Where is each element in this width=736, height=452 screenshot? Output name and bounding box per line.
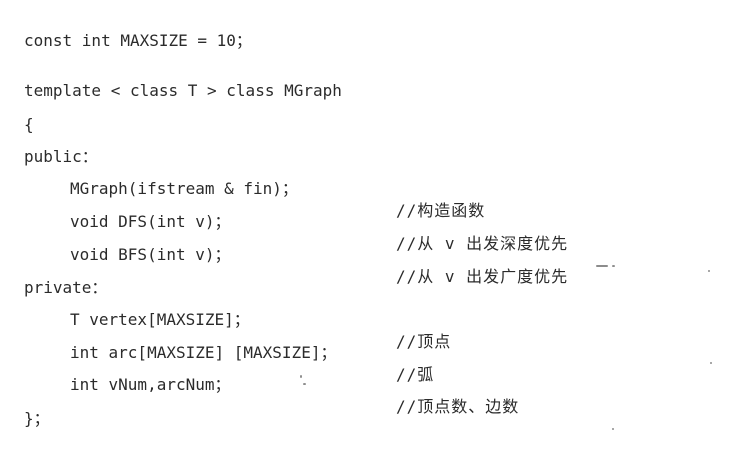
code-text: }； (24, 409, 50, 428)
code-comment: //弧 (396, 365, 435, 384)
code-line-counts: int vNum,arcNum； //顶点数、边数 (0, 352, 518, 416)
scan-speck (612, 265, 615, 267)
code-line-template: template < class T > class MGraph (0, 58, 342, 100)
scan-speck (300, 375, 302, 378)
scan-speck (303, 383, 306, 385)
code-text: int arc[MAXSIZE] [MAXSIZE]； (70, 343, 337, 362)
code-line-const: const int MAXSIZE = 10； (0, 8, 252, 50)
scan-speck (596, 265, 608, 267)
scan-speck (708, 270, 710, 272)
code-text: T vertex[MAXSIZE]； (70, 310, 250, 329)
code-line-arc: int arc[MAXSIZE] [MAXSIZE]； //弧 (0, 320, 433, 384)
code-text: MGraph(ifstream & fin)； (70, 179, 298, 198)
code-comment: //构造函数 (396, 201, 486, 220)
code-comment: //顶点数、边数 (396, 397, 520, 416)
code-text: int vNum,arcNum； (70, 375, 231, 394)
code-comment: //从 v 出发深度优先 (396, 234, 569, 253)
code-line-open-brace: { (0, 92, 39, 134)
code-comment: //顶点 (396, 332, 452, 351)
code-line-private: private： (0, 255, 107, 297)
code-text: void DFS(int v)； (70, 212, 231, 231)
code-listing: const int MAXSIZE = 10； template < class… (0, 0, 736, 432)
code-line-constructor: MGraph(ifstream & fin)； //构造函数 (0, 156, 484, 220)
code-comment: //从 v 出发广度优先 (396, 267, 569, 286)
scan-speck (612, 428, 614, 430)
code-line-dfs: void DFS(int v)； //从 v 出发深度优先 (0, 189, 567, 253)
code-text: const int MAXSIZE = 10； (24, 31, 252, 50)
scan-speck (710, 362, 712, 364)
code-line-close-brace: }； (0, 386, 50, 428)
code-text: void BFS(int v)； (70, 245, 231, 264)
code-line-vertex: T vertex[MAXSIZE]； //顶点 (0, 287, 450, 351)
code-text: template < class T > class MGraph (24, 81, 342, 100)
code-line-bfs: void BFS(int v)； //从 v 出发广度优先 (0, 222, 567, 286)
code-line-public: public： (0, 124, 98, 166)
